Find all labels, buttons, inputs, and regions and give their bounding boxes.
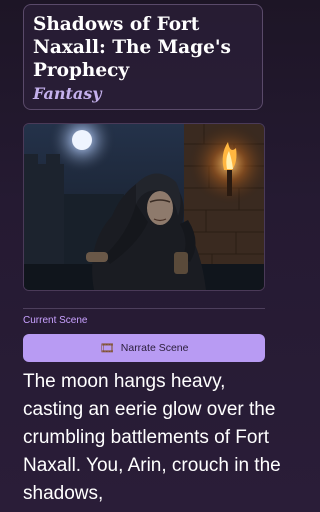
scene-illustration: [23, 123, 265, 291]
film-icon: 🎞: [99, 341, 115, 355]
story-genre: Fantasy: [33, 84, 102, 103]
scene-text: The moon hangs heavy, casting an eerie g…: [23, 371, 281, 504]
narrate-scene-button[interactable]: 🎞 Narrate Scene: [23, 334, 265, 362]
section-divider: [23, 308, 265, 309]
current-scene-label: Current Scene: [23, 315, 88, 326]
narrate-scene-label: Narrate Scene: [120, 342, 189, 354]
scene-illustration-art: [24, 124, 264, 290]
story-header-card: Shadows of Fort Naxall: The Mage's Proph…: [23, 4, 263, 110]
story-title: Shadows of Fort Naxall: The Mage's Proph…: [33, 14, 231, 81]
